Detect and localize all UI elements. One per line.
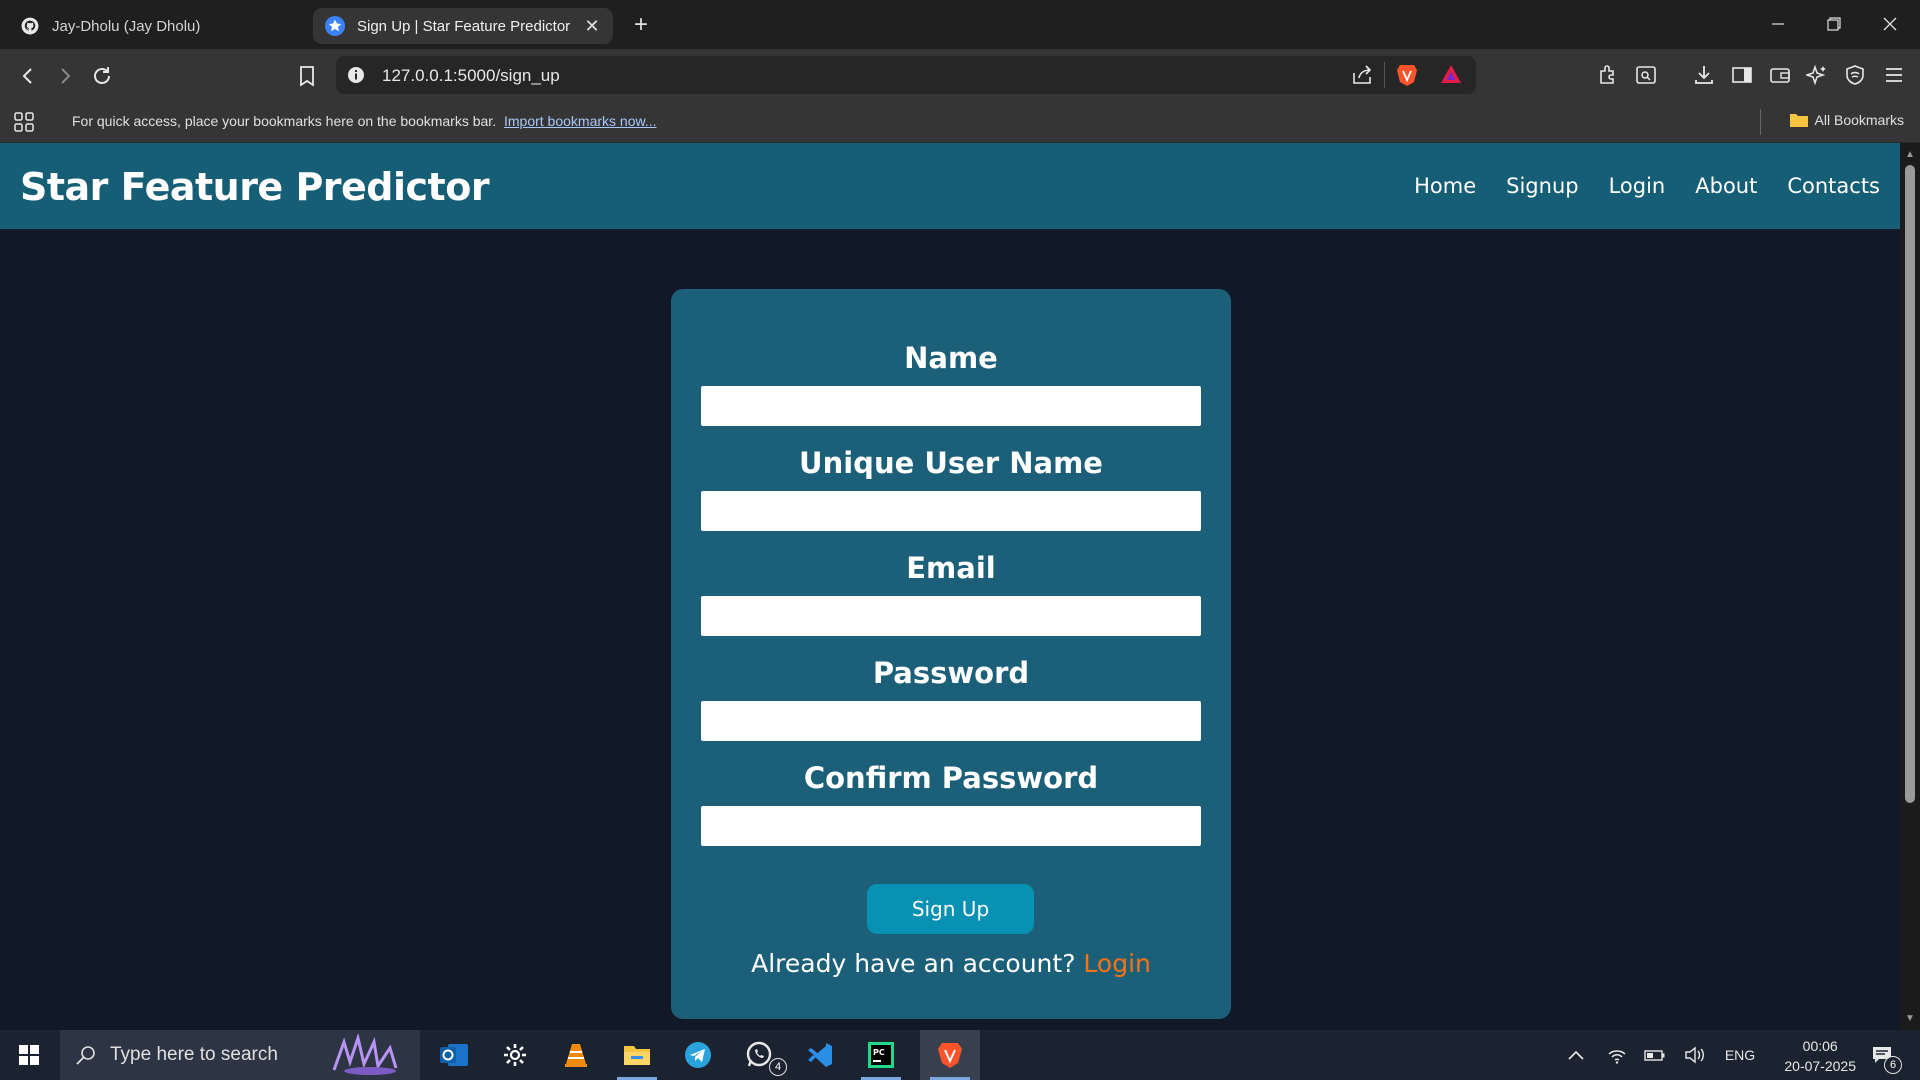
taskbar-settings-icon[interactable]: [485, 1030, 545, 1080]
language-indicator[interactable]: ENG: [1722, 1030, 1758, 1080]
share-icon[interactable]: [1351, 65, 1373, 90]
all-bookmarks-label: All Bookmarks: [1814, 112, 1904, 128]
taskbar-brave-icon[interactable]: [920, 1030, 980, 1080]
windows-taskbar: Type here to search 4 PC ENG 00:06 20-07…: [0, 1030, 1920, 1080]
nav-home[interactable]: Home: [1414, 174, 1476, 198]
taskbar-vlc-icon[interactable]: [546, 1030, 606, 1080]
browser-tab-bar: Jay-Dholu (Jay Dholu) Sign Up | Star Fea…: [0, 0, 1920, 49]
close-window-button[interactable]: [1868, 6, 1912, 42]
star-icon: [325, 16, 345, 36]
login-link[interactable]: Login: [1083, 949, 1150, 978]
brave-rewards-icon[interactable]: [1440, 64, 1462, 89]
apps-grid-icon[interactable]: [13, 111, 35, 138]
nav-links: Home Signup Login About Contacts: [1414, 174, 1880, 198]
taskbar-whatsapp-icon[interactable]: 4: [729, 1030, 789, 1080]
search-highlight-icon: [326, 1032, 414, 1080]
minimize-button[interactable]: [1756, 6, 1800, 42]
windows-logo-icon: [19, 1045, 39, 1065]
scroll-up-arrow-icon[interactable]: ▲: [1905, 149, 1915, 160]
scroll-down-arrow-icon[interactable]: ▼: [1905, 1013, 1915, 1024]
confirm-password-label: Confirm Password: [803, 761, 1099, 795]
info-icon[interactable]: [346, 65, 366, 90]
battery-icon[interactable]: [1642, 1030, 1668, 1080]
scroll-thumb[interactable]: [1905, 165, 1915, 803]
confirm-password-input[interactable]: [701, 806, 1201, 846]
bookmarks-hint: For quick access, place your bookmarks h…: [72, 113, 497, 129]
clock-date: 20-07-2025: [1784, 1058, 1856, 1074]
notifications-badge: 6: [1884, 1056, 1902, 1074]
nav-signup[interactable]: Signup: [1506, 174, 1578, 198]
wifi-icon[interactable]: [1604, 1030, 1630, 1080]
login-prompt: Already have an account? Login: [671, 949, 1231, 978]
reload-button[interactable]: [87, 61, 117, 91]
vpn-shield-icon[interactable]: [1841, 61, 1869, 89]
back-button[interactable]: [13, 61, 43, 91]
show-hidden-icons-icon[interactable]: [1564, 1030, 1588, 1080]
taskbar-vscode-icon[interactable]: [790, 1030, 850, 1080]
download-icon[interactable]: [1690, 61, 1718, 89]
close-tab-icon[interactable]: ✕: [583, 16, 601, 36]
username-input[interactable]: [701, 491, 1201, 531]
forward-button[interactable]: [50, 61, 80, 91]
search-icon: [74, 1043, 98, 1072]
address-bar[interactable]: 127.0.0.1:5000/sign_up: [336, 56, 1476, 94]
extensions-icon[interactable]: [1594, 61, 1622, 89]
name-input[interactable]: [701, 386, 1201, 426]
bookmark-icon[interactable]: [292, 61, 322, 91]
sidebar-icon[interactable]: [1728, 61, 1756, 89]
password-input[interactable]: [701, 701, 1201, 741]
new-tab-button[interactable]: +: [628, 11, 654, 38]
start-button[interactable]: [0, 1030, 58, 1080]
name-label: Name: [904, 341, 998, 375]
brave-shields-icon[interactable]: [1396, 63, 1418, 92]
menu-icon[interactable]: [1880, 61, 1908, 89]
taskbar-file-explorer-icon[interactable]: [607, 1030, 667, 1080]
volume-icon[interactable]: [1682, 1030, 1708, 1080]
bookmarks-bar: For quick access, place your bookmarks h…: [0, 101, 1920, 143]
notifications-icon[interactable]: 6: [1864, 1030, 1902, 1080]
username-label: Unique User Name: [799, 446, 1103, 480]
nav-about[interactable]: About: [1695, 174, 1757, 198]
github-icon: [20, 16, 40, 36]
site-navbar: Star Feature Predictor Home Signup Login…: [0, 143, 1900, 229]
sign-up-button[interactable]: Sign Up: [867, 884, 1034, 934]
whatsapp-badge: 4: [769, 1058, 787, 1076]
all-bookmarks-button[interactable]: All Bookmarks: [1789, 112, 1904, 128]
already-text: Already have an account?: [751, 949, 1076, 978]
tab-label: Sign Up | Star Feature Predictor: [357, 17, 571, 35]
tab-label: Jay-Dholu (Jay Dholu): [52, 17, 201, 35]
leo-ai-icon[interactable]: [1803, 61, 1831, 89]
browser-toolbar: 127.0.0.1:5000/sign_up: [0, 49, 1920, 101]
taskbar-outlook-icon[interactable]: [424, 1030, 484, 1080]
restore-button[interactable]: [1812, 6, 1856, 42]
wallet-icon[interactable]: [1766, 61, 1794, 89]
search-placeholder: Type here to search: [110, 1044, 278, 1065]
signup-card: Name Unique User Name Email Password Con…: [671, 289, 1231, 1019]
tab-github[interactable]: Jay-Dholu (Jay Dholu): [8, 8, 308, 44]
omnibox-divider: [1384, 62, 1385, 88]
search-page-icon[interactable]: [1632, 61, 1660, 89]
bookmarks-divider: [1760, 109, 1761, 135]
svg-text:PC: PC: [873, 1048, 885, 1057]
taskbar-search-box[interactable]: Type here to search: [60, 1030, 420, 1080]
page-scrollbar[interactable]: ▲ ▼: [1900, 143, 1920, 1030]
url-text: 127.0.0.1:5000/sign_up: [382, 66, 560, 85]
clock-time: 00:06: [1802, 1038, 1838, 1054]
web-page: Star Feature Predictor Home Signup Login…: [0, 143, 1900, 1030]
site-brand[interactable]: Star Feature Predictor: [20, 165, 490, 209]
folder-icon: [1789, 112, 1809, 128]
bookmarks-message: For quick access, place your bookmarks h…: [72, 113, 657, 129]
email-label: Email: [906, 551, 996, 585]
nav-login[interactable]: Login: [1609, 174, 1666, 198]
nav-contacts[interactable]: Contacts: [1787, 174, 1880, 198]
password-label: Password: [872, 656, 1030, 690]
taskbar-pycharm-icon[interactable]: PC: [851, 1030, 911, 1080]
taskbar-clock[interactable]: 00:06 20-07-2025: [1784, 1036, 1856, 1076]
import-bookmarks-link[interactable]: Import bookmarks now...: [504, 113, 657, 129]
email-input[interactable]: [701, 596, 1201, 636]
taskbar-telegram-icon[interactable]: [668, 1030, 728, 1080]
tab-sign-up[interactable]: Sign Up | Star Feature Predictor ✕: [313, 8, 613, 44]
